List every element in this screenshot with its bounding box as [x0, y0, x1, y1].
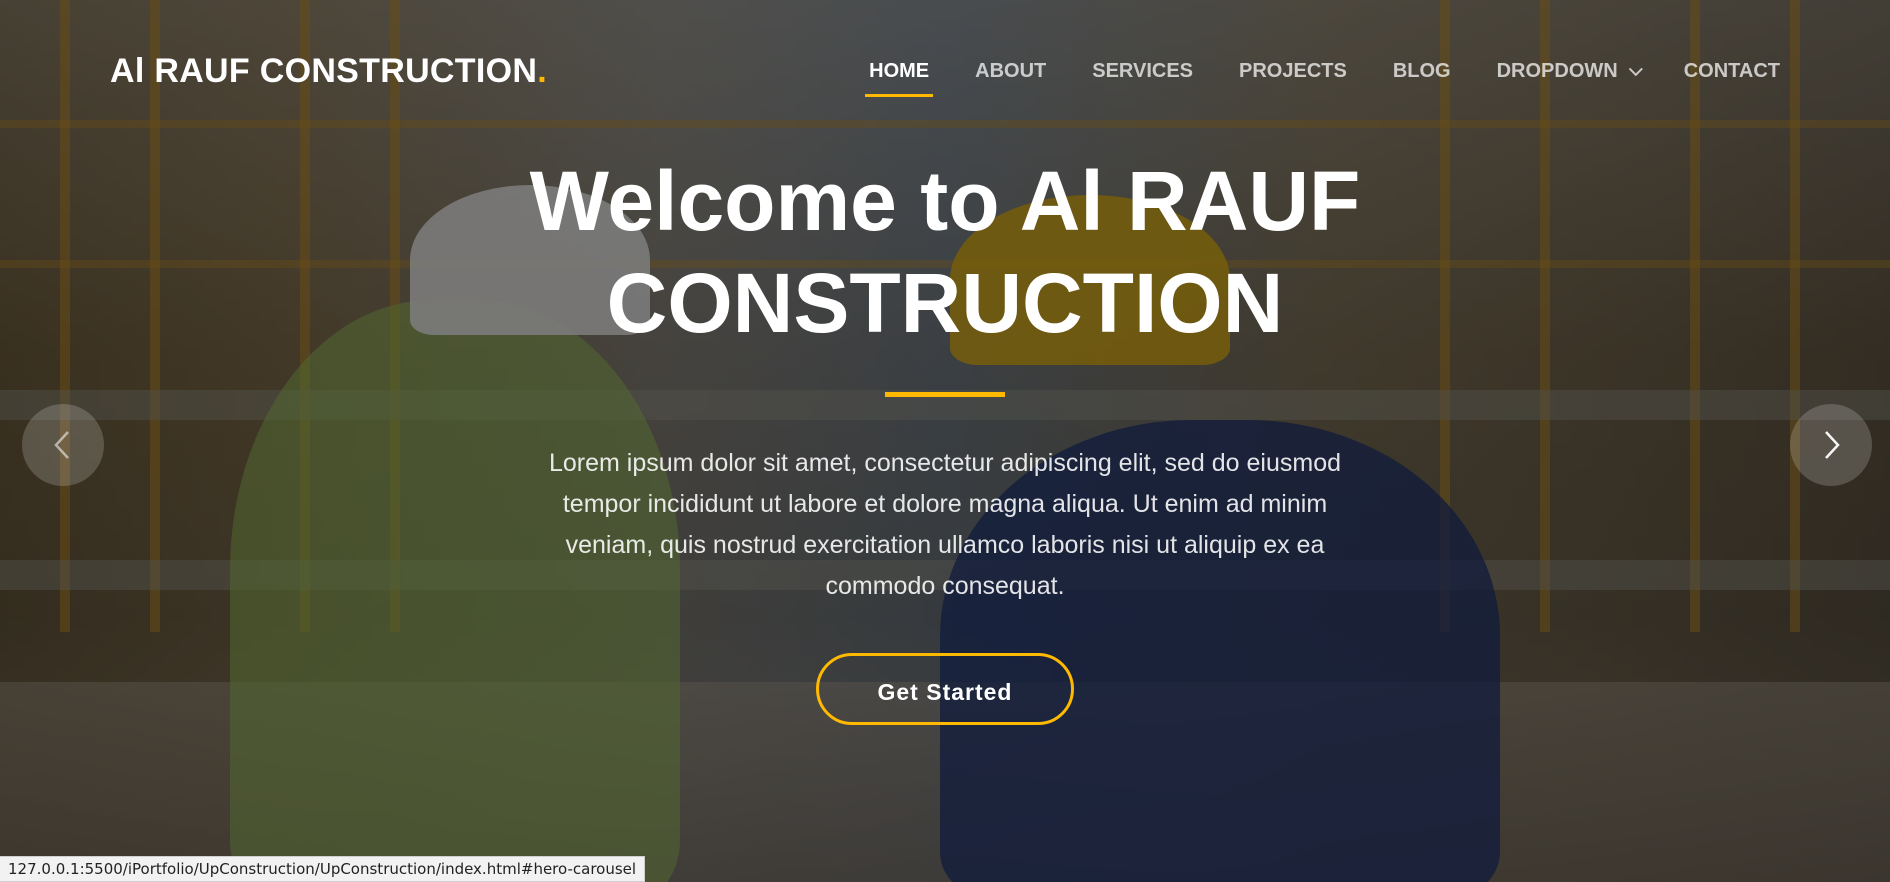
- browser-status-url: 127.0.0.1:5500/iPortfolio/UpConstruction…: [0, 856, 646, 882]
- hero-section: Al RAUF CONSTRUCTION. HOME ABOUT SERVICE…: [0, 0, 1890, 882]
- logo-text: Al RAUF CONSTRUCTION: [110, 52, 538, 90]
- hero-description: Lorem ipsum dolor sit amet, consectetur …: [548, 449, 1342, 600]
- nav-services[interactable]: SERVICES: [1092, 60, 1193, 93]
- hero-title: Welcome to Al RAUF CONSTRUCTION: [529, 154, 1361, 350]
- hero-content: Welcome to Al RAUF CONSTRUCTION Lorem ip…: [0, 150, 1890, 725]
- nav-blog[interactable]: BLOG: [1393, 60, 1451, 93]
- chevron-right-icon: [1825, 431, 1840, 459]
- carousel-next-button[interactable]: [1790, 404, 1872, 486]
- nav-about[interactable]: ABOUT: [975, 60, 1046, 93]
- nav-dropdown-label: DROPDOWN: [1496, 60, 1618, 82]
- logo-dot: .: [537, 52, 547, 90]
- site-logo[interactable]: Al RAUF CONSTRUCTION.: [110, 52, 547, 91]
- nav-projects[interactable]: PROJECTS: [1239, 60, 1347, 93]
- chevron-left-icon: [54, 431, 69, 459]
- site-header: Al RAUF CONSTRUCTION. HOME ABOUT SERVICE…: [0, 0, 1890, 148]
- nav-contact[interactable]: CONTACT: [1684, 60, 1780, 93]
- get-started-button[interactable]: Get Started: [816, 653, 1074, 725]
- main-nav: HOME ABOUT SERVICES PROJECTS BLOG DROPDO…: [823, 60, 1780, 97]
- nav-dropdown[interactable]: DROPDOWN: [1496, 60, 1643, 93]
- chevron-down-icon: [1628, 61, 1643, 76]
- nav-home[interactable]: HOME: [865, 60, 934, 97]
- carousel-prev-button[interactable]: [22, 404, 104, 486]
- title-underline: [885, 392, 1005, 397]
